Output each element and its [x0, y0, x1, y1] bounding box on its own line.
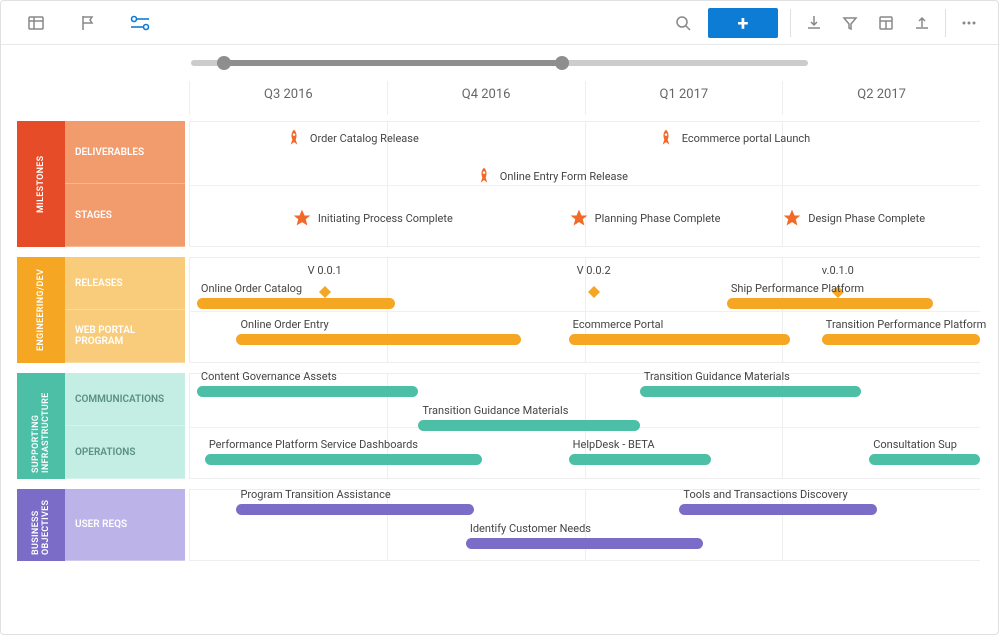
timeline-bar[interactable]: Program Transition Assistance	[236, 504, 473, 515]
legend-group-business: BUSINESS OBJECTIVESUSER REQS	[17, 489, 185, 561]
rocket-marker[interactable]: Ecommerce portal Launch	[656, 128, 811, 148]
lane-business: Program Transition Assistance Tools and T…	[189, 489, 980, 561]
slider-track[interactable]	[191, 60, 808, 66]
bar-label: Transition Guidance Materials	[644, 370, 790, 383]
lane-milestones: Order Catalog Release Ecommerce portal La…	[189, 121, 980, 247]
marker-label: V 0.0.1	[308, 264, 342, 277]
marker-label: Online Entry Form Release	[500, 170, 628, 183]
timeline-bar[interactable]: Ship Performance Platform	[727, 298, 933, 309]
upload-icon[interactable]	[905, 7, 939, 39]
marker-label: Ecommerce portal Launch	[682, 132, 811, 145]
timeline-bar[interactable]: HelpDesk - BETA	[569, 454, 711, 465]
star-marker[interactable]: Initiating Process Complete	[292, 208, 453, 228]
search-icon[interactable]	[666, 7, 700, 39]
flag-view-icon[interactable]	[71, 7, 105, 39]
legend-vtab: BUSINESS OBJECTIVES	[17, 489, 65, 561]
timeline-bar[interactable]: Tools and Transactions Discovery	[679, 504, 877, 515]
timeline-bar[interactable]: Transition Guidance Materials	[640, 386, 861, 397]
slider-handle-end[interactable]	[555, 56, 569, 70]
timeline-bar[interactable]: Online Order Entry	[236, 334, 521, 345]
timeline-bar[interactable]: Online Order Catalog	[197, 298, 395, 309]
marker-label: v.0.1.0	[822, 264, 854, 277]
bar-label: Program Transition Assistance	[240, 488, 390, 501]
legend-group-engineering: ENGINEERING/DEVRELEASESWEB PORTAL PROGRA…	[17, 257, 185, 363]
rocket-marker[interactable]: Order Catalog Release	[284, 128, 419, 148]
timeline-bar[interactable]: Consultation Sup	[869, 454, 980, 465]
timeline-view-icon[interactable]	[123, 7, 157, 39]
quarter-col: Q2 2017	[782, 81, 980, 115]
toolbar-actions: +	[666, 7, 986, 39]
lane-engineering: V 0.0.1 V 0.0.2 v.0.1.0 Online Order Catalo…	[189, 257, 980, 363]
legend-vtab: ENGINEERING/DEV	[17, 257, 65, 363]
bar-label: Tools and Transactions Discovery	[683, 488, 847, 501]
legend-group-supporting: SUPPORTING INFRASTRUCTURECOMMUNICATIONSO…	[17, 373, 185, 479]
lanes-area: Order Catalog Release Ecommerce portal La…	[189, 121, 980, 621]
rocket-marker[interactable]: Online Entry Form Release	[474, 166, 628, 186]
bar-label: Ship Performance Platform	[731, 282, 864, 295]
quarter-col: Q3 2016	[189, 81, 387, 115]
legend-vtab: SUPPORTING INFRASTRUCTURE	[17, 373, 65, 479]
bar-label: Ecommerce Portal	[573, 318, 664, 331]
timeline-bar[interactable]: Identify Customer Needs	[466, 538, 703, 549]
top-toolbar: +	[1, 1, 998, 45]
chart-area: Q3 2016 Q4 2016 Q1 2017 Q2 2017 MILESTON…	[17, 81, 980, 621]
slider-fill	[222, 60, 561, 66]
filter-icon[interactable]	[833, 7, 867, 39]
table-view-icon[interactable]	[19, 7, 53, 39]
bar-label: Content Governance Assets	[201, 370, 337, 383]
legend-row[interactable]: OPERATIONS	[65, 426, 185, 479]
time-range-slider[interactable]	[1, 45, 998, 81]
marker-label: Design Phase Complete	[808, 212, 925, 225]
star-marker[interactable]: Design Phase Complete	[782, 208, 925, 228]
bar-label: Online Order Entry	[240, 318, 328, 331]
lane-supporting: Content Governance Assets Transition Guid…	[189, 373, 980, 479]
quarter-col: Q4 2016	[387, 81, 585, 115]
star-marker[interactable]: Planning Phase Complete	[569, 208, 721, 228]
bar-label: Online Order Catalog	[201, 282, 302, 295]
legend-vtab: MILESTONES	[17, 121, 65, 247]
timeline-bar[interactable]: Transition Guidance Materials	[418, 420, 639, 431]
legend-column: MILESTONESDELIVERABLESSTAGESENGINEERING/…	[17, 121, 185, 571]
legend-row[interactable]: STAGES	[65, 184, 185, 247]
columns-icon[interactable]	[869, 7, 903, 39]
add-button[interactable]: +	[708, 8, 778, 38]
timeline-bar[interactable]: Content Governance Assets	[197, 386, 418, 397]
bar-label: Consultation Sup	[873, 438, 957, 451]
bar-label: Performance Platform Service Dashboards	[209, 438, 418, 451]
bar-label: Transition Guidance Materials	[422, 404, 568, 417]
legend-row[interactable]: COMMUNICATIONS	[65, 373, 185, 426]
legend-row[interactable]: DELIVERABLES	[65, 121, 185, 184]
legend-row[interactable]: RELEASES	[65, 257, 185, 310]
legend-group-milestones: MILESTONESDELIVERABLESSTAGES	[17, 121, 185, 247]
legend-row[interactable]: WEB PORTAL PROGRAM	[65, 310, 185, 363]
timeline-header: Q3 2016 Q4 2016 Q1 2017 Q2 2017	[189, 81, 980, 115]
view-switcher	[13, 7, 157, 39]
timeline-bar[interactable]: Transition Performance Platform	[822, 334, 980, 345]
roadmap-app: +	[0, 0, 999, 635]
timeline-bar[interactable]: Performance Platform Service Dashboards	[205, 454, 482, 465]
bar-label: HelpDesk - BETA	[573, 438, 655, 451]
more-icon[interactable]	[952, 7, 986, 39]
legend-row[interactable]: USER REQS	[65, 489, 185, 561]
diamond-marker[interactable]: V 0.0.2	[577, 264, 611, 298]
download-icon[interactable]	[797, 7, 831, 39]
roadmap-content: Q3 2016 Q4 2016 Q1 2017 Q2 2017 MILESTON…	[1, 45, 998, 634]
marker-label: V 0.0.2	[577, 264, 611, 277]
diamond-marker[interactable]: V 0.0.1	[308, 264, 342, 298]
bar-label: Transition Performance Platform	[826, 318, 986, 331]
divider	[790, 9, 791, 37]
marker-label: Initiating Process Complete	[318, 212, 453, 225]
quarter-col: Q1 2017	[585, 81, 783, 115]
divider	[945, 9, 946, 37]
marker-label: Planning Phase Complete	[595, 212, 721, 225]
bar-label: Identify Customer Needs	[470, 522, 591, 535]
timeline-bar[interactable]: Ecommerce Portal	[569, 334, 790, 345]
slider-handle-start[interactable]	[217, 56, 231, 70]
marker-label: Order Catalog Release	[310, 132, 419, 145]
